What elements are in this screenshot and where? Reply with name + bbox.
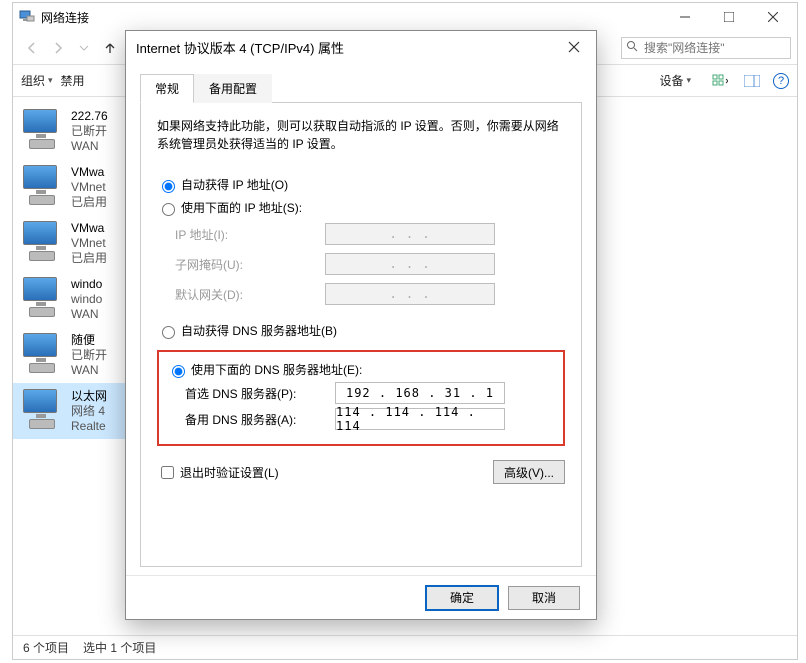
maximize-button[interactable] [707,3,751,31]
adapter-icon [21,387,63,429]
window-caption-buttons [663,3,795,31]
alternate-dns-input[interactable]: 114 . 114 . 114 . 114 [335,408,505,430]
window-title: 网络连接 [41,9,663,26]
view-options-button[interactable] [709,70,731,92]
tab-panel-general: 如果网络支持此功能，则可以获取自动指派的 IP 设置。否则，你需要从网络系统管理… [140,103,582,567]
adapter-icon [21,275,63,317]
ip-address-input: . . . [325,223,495,245]
adapter-icon [21,331,63,373]
back-button[interactable] [19,35,45,61]
search-icon [626,40,638,55]
radio-auto-ip-input[interactable] [162,180,175,193]
description-text: 如果网络支持此功能，则可以获取自动指派的 IP 设置。否则，你需要从网络系统管理… [157,117,565,153]
dialog-close-button[interactable] [562,35,586,59]
close-button[interactable] [751,3,795,31]
radio-auto-dns-input[interactable] [162,326,175,339]
validate-on-exit-label: 退出时验证设置(L) [180,464,279,481]
field-ip-address: IP 地址(I): . . . [175,223,565,245]
disable-adapter-button[interactable]: 禁用 [61,72,85,89]
preview-pane-button[interactable] [741,70,763,92]
search-box[interactable] [621,37,791,59]
field-subnet-mask: 子网掩码(U): . . . [175,253,565,275]
radio-manual-ip-input[interactable] [162,203,175,216]
status-item-count: 6 个项目 [23,639,69,656]
dialog-title: Internet 协议版本 4 (TCP/IPv4) 属性 [136,38,344,57]
minimize-button[interactable] [663,3,707,31]
adapter-icon [21,219,63,261]
radio-manual-dns-input[interactable] [172,365,185,378]
dialog-footer: 确定 取消 [126,575,596,619]
radio-auto-dns[interactable]: 自动获得 DNS 服务器地址(B) [157,322,565,339]
ok-button[interactable]: 确定 [426,586,498,610]
forward-button[interactable] [45,35,71,61]
cancel-button[interactable]: 取消 [508,586,580,610]
window-titlebar: 网络连接 [13,3,797,31]
tab-alternate[interactable]: 备用配置 [194,74,272,103]
status-selection-count: 选中 1 个项目 [83,639,156,656]
preferred-dns-input[interactable]: 192 . 168 . 31 . 1 [335,382,505,404]
adapter-icon [21,107,63,149]
field-preferred-dns: 首选 DNS 服务器(P): 192 . 168 . 31 . 1 [185,382,555,404]
recent-dropdown[interactable] [71,35,97,61]
adapter-icon [21,163,63,205]
radio-manual-dns[interactable]: 使用下面的 DNS 服务器地址(E): [167,361,555,378]
field-gateway: 默认网关(D): . . . [175,283,565,305]
truncated-command[interactable]: 设备 [659,72,691,89]
subnet-mask-input: . . . [325,253,495,275]
tab-strip: 常规 备用配置 [140,73,582,103]
gateway-input: . . . [325,283,495,305]
search-input[interactable] [642,40,801,56]
highlight-annotation: 使用下面的 DNS 服务器地址(E): 首选 DNS 服务器(P): 192 .… [157,350,565,446]
validate-on-exit-row: 退出时验证设置(L) 高级(V)... [157,460,565,484]
ipv4-properties-dialog: Internet 协议版本 4 (TCP/IPv4) 属性 常规 备用配置 如果… [125,30,597,620]
status-bar: 6 个项目 选中 1 个项目 [13,635,797,659]
radio-auto-ip[interactable]: 自动获得 IP 地址(O) [157,176,565,193]
advanced-button[interactable]: 高级(V)... [493,460,565,484]
validate-on-exit-checkbox[interactable] [161,466,174,479]
radio-manual-ip[interactable]: 使用下面的 IP 地址(S): [157,199,565,216]
dialog-titlebar: Internet 协议版本 4 (TCP/IPv4) 属性 [126,31,596,63]
field-alternate-dns: 备用 DNS 服务器(A): 114 . 114 . 114 . 114 [185,408,555,430]
tab-general[interactable]: 常规 [140,74,194,103]
help-button[interactable]: ? [773,73,789,89]
organize-menu[interactable]: 组织 [21,72,53,89]
up-button[interactable] [97,35,123,61]
app-icon [19,9,35,25]
